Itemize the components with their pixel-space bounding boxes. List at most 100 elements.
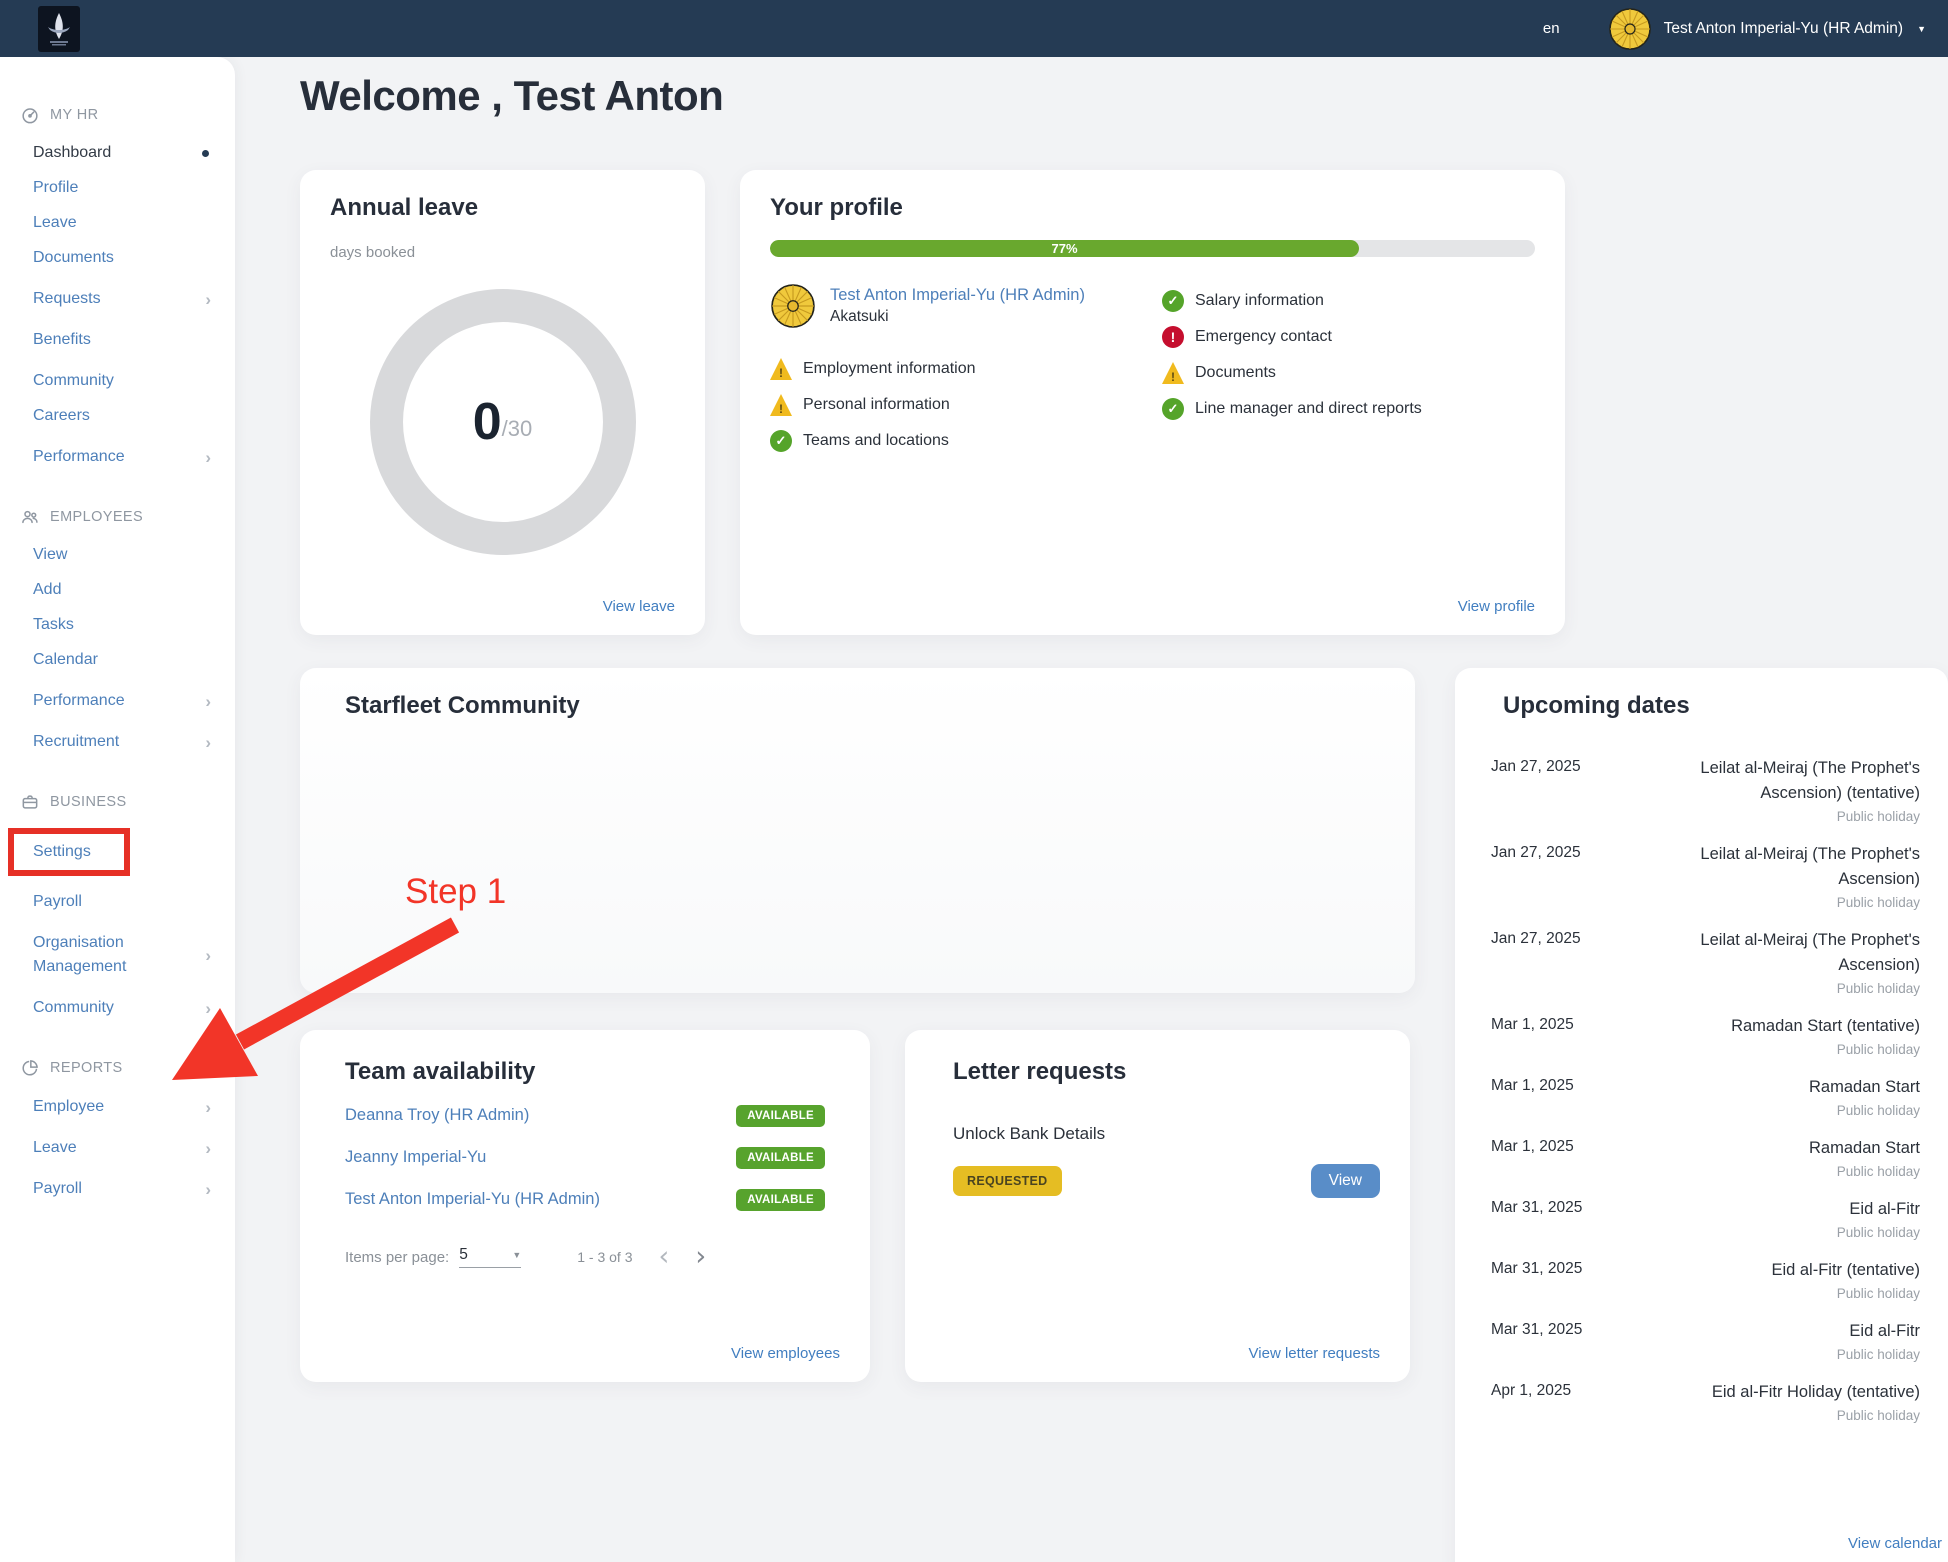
- event-row: Mar 31, 2025 Eid al-Fitr (tentative) Pub…: [1491, 1250, 1920, 1311]
- sidebar-item-performance[interactable]: Performance›: [0, 445, 235, 469]
- chevron-down-icon: ▼: [512, 1250, 521, 1260]
- annual-leave-title: Annual leave: [330, 194, 675, 222]
- sidebar-section-business: BUSINESS: [0, 792, 235, 812]
- member-link[interactable]: Jeanny Imperial-Yu: [345, 1145, 486, 1170]
- profile-progress-fill: 77%: [770, 240, 1359, 257]
- profile-team: Akatsuki: [830, 308, 1085, 326]
- sidebar-item-recruitment[interactable]: Recruitment›: [0, 730, 235, 754]
- starfleet-logo[interactable]: [38, 6, 80, 52]
- view-leave-link[interactable]: View leave: [603, 598, 675, 615]
- sidebar-section-employees: EMPLOYEES: [0, 507, 235, 527]
- pagination-range: 1 - 3 of 3: [577, 1249, 632, 1265]
- hr-dashboard-page: en Test Anton Imperial-Yu (HR Admin) ▼: [0, 0, 1948, 1562]
- view-profile-link[interactable]: View profile: [1458, 598, 1535, 615]
- sidebar-item-organisation-management[interactable]: Organisation Management›: [0, 931, 235, 979]
- warning-icon: [1162, 362, 1184, 384]
- community-card: Starfleet Community: [300, 668, 1415, 993]
- check-icon: [1162, 398, 1184, 420]
- upcoming-dates-title: Upcoming dates: [1503, 692, 1920, 720]
- profile-card: Your profile 77%: [740, 170, 1565, 635]
- checklist-teams-and-locations: Teams and locations: [770, 423, 1162, 459]
- error-icon: [1162, 326, 1184, 348]
- event-row: Mar 1, 2025 Ramadan Start (tentative) Pu…: [1491, 1006, 1920, 1067]
- sidebar-item-employees-performance[interactable]: Performance›: [0, 689, 235, 713]
- chevron-right-icon: ›: [205, 449, 211, 466]
- view-request-button[interactable]: View: [1311, 1164, 1380, 1198]
- sidebar-section-reports: REPORTS: [0, 1058, 235, 1078]
- sidebar-item-profile[interactable]: Profile: [0, 176, 235, 200]
- sidebar-item-tasks[interactable]: Tasks: [0, 613, 235, 637]
- sidebar-item-community[interactable]: Community: [0, 369, 235, 393]
- community-title: Starfleet Community: [345, 692, 1370, 720]
- event-row: Apr 1, 2025 Eid al-Fitr Holiday (tentati…: [1491, 1372, 1920, 1433]
- sidebar-item-requests[interactable]: Requests›: [0, 287, 235, 311]
- people-icon: [20, 507, 40, 527]
- items-per-page-select[interactable]: 5 ▼: [459, 1246, 521, 1268]
- chevron-right-icon: ›: [205, 1099, 211, 1116]
- pie-chart-icon: [20, 1058, 40, 1078]
- sidebar-item-leave[interactable]: Leave: [0, 211, 235, 235]
- next-page-button[interactable]: ›: [695, 1247, 706, 1267]
- status-badge: AVAILABLE: [736, 1147, 825, 1169]
- chevron-right-icon: ›: [205, 1140, 211, 1157]
- view-calendar-link[interactable]: View calendar: [1848, 1535, 1942, 1552]
- days-booked-label: days booked: [330, 244, 675, 261]
- chevron-down-icon: ▼: [1917, 24, 1926, 34]
- check-icon: [770, 430, 792, 452]
- checklist-employment-information: Employment information: [770, 351, 1162, 387]
- sidebar-item-report-leave[interactable]: Leave›: [0, 1136, 235, 1160]
- team-availability-card: Team availability Deanna Troy (HR Admin)…: [300, 1030, 870, 1382]
- sidebar-item-payroll[interactable]: Payroll: [0, 890, 235, 914]
- user-name: Test Anton Imperial-Yu (HR Admin): [1664, 20, 1904, 38]
- gauge-icon: [20, 105, 40, 125]
- sidebar-item-settings[interactable]: Settings: [14, 840, 124, 864]
- status-badge: AVAILABLE: [736, 1189, 825, 1211]
- requested-badge: REQUESTED: [953, 1166, 1062, 1196]
- sidebar-item-report-payroll[interactable]: Payroll›: [0, 1177, 235, 1201]
- settings-highlight-box: Settings: [8, 828, 130, 876]
- starfleet-delta-icon: [44, 11, 74, 47]
- annotation-step-label: Step 1: [405, 872, 506, 912]
- member-link[interactable]: Test Anton Imperial-Yu (HR Admin): [345, 1187, 600, 1212]
- event-row: Mar 1, 2025 Ramadan Start Public holiday: [1491, 1067, 1920, 1128]
- checklist-personal-information: Personal information: [770, 387, 1162, 423]
- event-row: Jan 27, 2025 Leilat al-Meiraj (The Proph…: [1491, 748, 1920, 834]
- annual-leave-donut: 0 /30: [370, 289, 636, 555]
- sidebar-item-benefits[interactable]: Benefits: [0, 328, 235, 352]
- event-row: Jan 27, 2025 Leilat al-Meiraj (The Proph…: [1491, 834, 1920, 920]
- letter-request-name: Unlock Bank Details: [953, 1124, 1380, 1144]
- sidebar-item-documents[interactable]: Documents: [0, 246, 235, 270]
- previous-page-button[interactable]: ‹: [659, 1247, 670, 1267]
- language-selector[interactable]: en: [1543, 20, 1560, 37]
- top-navigation-bar: en Test Anton Imperial-Yu (HR Admin) ▼: [0, 0, 1948, 57]
- team-member-row: Deanna Troy (HR Admin) AVAILABLE: [345, 1103, 825, 1128]
- user-menu[interactable]: Test Anton Imperial-Yu (HR Admin) ▼: [1608, 7, 1926, 51]
- view-employees-link[interactable]: View employees: [731, 1345, 840, 1362]
- letter-requests-card: Letter requests Unlock Bank Details REQU…: [905, 1030, 1410, 1382]
- chevron-right-icon: ›: [205, 693, 211, 710]
- profile-user-link[interactable]: Test Anton Imperial-Yu (HR Admin): [830, 286, 1085, 305]
- member-link[interactable]: Deanna Troy (HR Admin): [345, 1103, 529, 1128]
- items-per-page-label: Items per page:: [345, 1249, 449, 1266]
- upcoming-dates-card: Upcoming dates Jan 27, 2025 Leilat al-Me…: [1455, 668, 1948, 1562]
- briefcase-icon: [20, 792, 40, 812]
- upcoming-events-list: Jan 27, 2025 Leilat al-Meiraj (The Proph…: [1491, 748, 1920, 1433]
- sidebar-item-careers[interactable]: Careers: [0, 404, 235, 428]
- check-icon: [1162, 290, 1184, 312]
- sidebar-section-my-hr: MY HR: [0, 105, 235, 125]
- checklist-salary-information: Salary information: [1162, 283, 1535, 319]
- profile-completion-bar: 77%: [770, 240, 1535, 257]
- view-letter-requests-link[interactable]: View letter requests: [1249, 1345, 1380, 1362]
- sidebar-item-add[interactable]: Add: [0, 578, 235, 602]
- sidebar-item-report-employee[interactable]: Employee›: [0, 1095, 235, 1119]
- event-row: Jan 27, 2025 Leilat al-Meiraj (The Proph…: [1491, 920, 1920, 1006]
- checklist-documents: Documents: [1162, 355, 1535, 391]
- sidebar-item-dashboard[interactable]: Dashboard: [0, 141, 235, 165]
- status-badge: AVAILABLE: [736, 1105, 825, 1127]
- checklist-emergency-contact: Emergency contact: [1162, 319, 1535, 355]
- sidebar-item-business-community[interactable]: Community›: [0, 996, 235, 1020]
- sidebar-item-view[interactable]: View: [0, 543, 235, 567]
- active-dot: [202, 150, 209, 157]
- sidebar-item-calendar[interactable]: Calendar: [0, 648, 235, 672]
- chevron-right-icon: ›: [205, 947, 211, 964]
